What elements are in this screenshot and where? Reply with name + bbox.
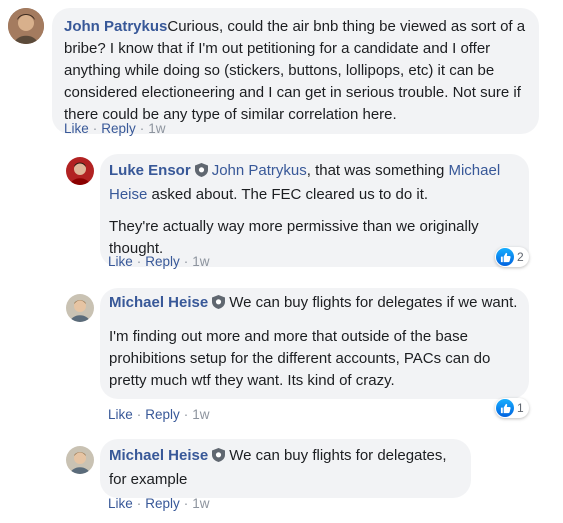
separator-dot: · (92, 121, 98, 136)
comment-bubble-michael-heise: Michael Heise We can buy flights for dele… (100, 288, 529, 399)
thumbs-up-icon (496, 248, 514, 266)
avatar-michael-heise[interactable] (66, 446, 94, 474)
avatar-michael-heise[interactable] (66, 294, 94, 322)
comment-author[interactable]: Michael Heise (109, 447, 208, 464)
reply-link[interactable]: Reply (145, 496, 180, 511)
timestamp[interactable]: 1w (192, 254, 209, 269)
comment-body: John PatrykusCurious, could the air bnb … (64, 16, 527, 126)
separator-dot: · (183, 254, 189, 269)
reaction-badge[interactable]: 2 (495, 247, 529, 267)
comment-author[interactable]: Luke Ensor (109, 162, 191, 179)
reply-link[interactable]: Reply (145, 254, 180, 269)
shield-icon (212, 447, 226, 469)
thumbs-up-icon (496, 399, 514, 417)
comment-text-paragraph: I'm finding out more and more that outsi… (109, 328, 491, 389)
shield-icon (212, 294, 226, 316)
like-link[interactable]: Like (108, 496, 133, 511)
avatar-luke-ensor[interactable] (66, 157, 94, 185)
reply-link[interactable]: Reply (145, 407, 180, 422)
comment-body: Luke Ensor John Patrykus, that was someth… (109, 160, 520, 206)
reaction-count: 2 (517, 250, 524, 264)
comment-actions: Like · Reply · 1w (64, 121, 166, 136)
separator-dot: · (136, 254, 142, 269)
shield-icon (194, 162, 208, 184)
reply-link[interactable]: Reply (101, 121, 136, 136)
reaction-badge[interactable]: 1 (495, 398, 529, 418)
timestamp[interactable]: 1w (192, 407, 209, 422)
separator-dot: · (183, 496, 189, 511)
like-link[interactable]: Like (64, 121, 89, 136)
separator-dot: · (139, 121, 145, 136)
timestamp[interactable]: 1w (148, 121, 165, 136)
separator-dot: · (136, 496, 142, 511)
comment-bubble-michael-heise-2: Michael Heise We can buy flights for dele… (100, 439, 471, 498)
mention-link[interactable]: John Patrykus (212, 162, 307, 179)
comment-actions: Like · Reply · 1w (108, 407, 210, 422)
like-link[interactable]: Like (108, 254, 133, 269)
comment-bubble-john-patrykus: John PatrykusCurious, could the air bnb … (52, 8, 539, 134)
timestamp[interactable]: 1w (192, 496, 209, 511)
comment-actions: Like · Reply · 1w (108, 496, 210, 511)
comment-body: Michael Heise We can buy flights for dele… (109, 292, 520, 316)
comment-text: We can buy flights for delegates if we w… (229, 294, 518, 311)
comment-bubble-luke-ensor: Luke Ensor John Patrykus, that was someth… (100, 154, 529, 267)
like-link[interactable]: Like (108, 407, 133, 422)
separator-dot: · (183, 407, 189, 422)
separator-dot: · (136, 407, 142, 422)
comment-body: Michael Heise We can buy flights for dele… (109, 445, 462, 491)
comment-text: , that was something (306, 162, 449, 179)
comment-author[interactable]: John Patrykus (64, 18, 167, 35)
comment-actions: Like · Reply · 1w (108, 254, 210, 269)
avatar-john-patrykus[interactable] (8, 8, 44, 44)
comment-text: asked about. The FEC cleared us to do it… (147, 186, 429, 203)
reaction-count: 1 (517, 401, 524, 415)
comment-author[interactable]: Michael Heise (109, 294, 208, 311)
